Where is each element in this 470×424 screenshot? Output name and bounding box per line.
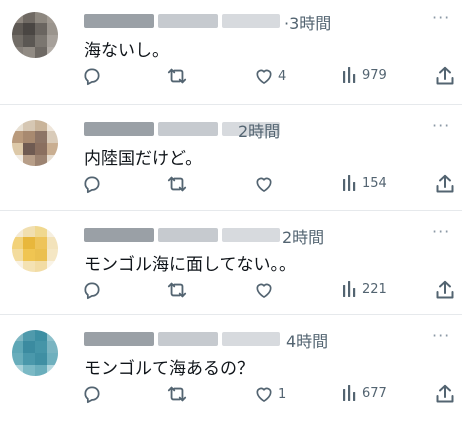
bar-chart-icon (342, 384, 358, 402)
retweet-arrows-icon (166, 66, 188, 86)
share-upload-icon (436, 384, 454, 404)
retweet-button[interactable] (166, 384, 188, 404)
tweet-text: モンゴルて海あるの？ (84, 359, 254, 379)
obscured-username (158, 122, 218, 136)
share-upload-icon (436, 66, 454, 86)
view-count: 677 (362, 385, 387, 401)
reply-button[interactable] (82, 66, 102, 86)
obscured-username (84, 332, 154, 346)
retweet-button[interactable] (166, 174, 188, 194)
share-button[interactable] (436, 384, 454, 404)
like-button[interactable]: 1 (254, 384, 286, 404)
action-bar: 154 (0, 174, 470, 198)
divider (0, 314, 462, 315)
ellipsis-icon[interactable]: ··· (432, 116, 450, 135)
tweet-text: 海ないし。 (84, 41, 169, 61)
tweet[interactable]: 2時間 ··· 内陸国だけど。 154 (0, 108, 470, 212)
view-count: 979 (362, 67, 387, 83)
obscured-username (222, 332, 280, 346)
share-button[interactable] (436, 280, 454, 300)
avatar[interactable] (12, 330, 58, 376)
heart-icon (254, 280, 274, 300)
retweet-button[interactable] (166, 280, 188, 300)
obscured-username (158, 228, 218, 242)
bar-chart-icon (342, 280, 358, 298)
obscured-username (84, 122, 154, 136)
speech-bubble-icon (82, 384, 102, 404)
like-button[interactable] (254, 174, 278, 194)
obscured-username (84, 14, 154, 28)
views-button[interactable]: 221 (342, 280, 387, 298)
divider (0, 210, 462, 211)
speech-bubble-icon (82, 280, 102, 300)
reply-button[interactable] (82, 280, 102, 300)
heart-icon (254, 66, 274, 86)
bar-chart-icon (342, 66, 358, 84)
share-upload-icon (436, 174, 454, 194)
avatar[interactable] (12, 12, 58, 58)
heart-icon (254, 174, 274, 194)
timestamp[interactable]: 2時間 (282, 224, 324, 248)
heart-icon (254, 384, 274, 404)
tweet-text: 内陸国だけど。 (84, 149, 203, 169)
ellipsis-icon[interactable]: ··· (432, 8, 450, 27)
share-upload-icon (436, 280, 454, 300)
views-button[interactable]: 979 (342, 66, 387, 84)
action-bar: 1 677 (0, 384, 470, 408)
obscured-username (158, 332, 218, 346)
obscured-username (222, 14, 280, 28)
tweet[interactable]: ·3時間 ··· 海ないし。 4 979 (0, 0, 470, 104)
reply-button[interactable] (82, 174, 102, 194)
retweet-arrows-icon (166, 280, 188, 300)
like-button[interactable] (254, 280, 278, 300)
share-button[interactable] (436, 66, 454, 86)
retweet-arrows-icon (166, 174, 188, 194)
avatar[interactable] (12, 120, 58, 166)
tweet[interactable]: 4時間 ··· モンゴルて海あるの？ 1 677 (0, 318, 470, 422)
view-count: 221 (362, 281, 387, 297)
share-button[interactable] (436, 174, 454, 194)
like-button[interactable]: 4 (254, 66, 286, 86)
bar-chart-icon (342, 174, 358, 192)
like-count: 1 (278, 386, 287, 402)
speech-bubble-icon (82, 66, 102, 86)
speech-bubble-icon (82, 174, 102, 194)
ellipsis-icon[interactable]: ··· (432, 222, 450, 241)
obscured-username (84, 228, 154, 242)
obscured-username (222, 228, 280, 242)
avatar[interactable] (12, 226, 58, 272)
action-bar: 221 (0, 280, 470, 304)
like-count: 4 (278, 68, 287, 84)
timestamp[interactable]: ·3時間 (284, 10, 331, 34)
divider (0, 104, 462, 105)
retweet-arrows-icon (166, 384, 188, 404)
tweet-text: モンゴル海に面してない。。 (84, 255, 296, 275)
obscured-username (158, 14, 218, 28)
timestamp[interactable]: 2時間 (238, 118, 280, 142)
view-count: 154 (362, 175, 387, 191)
action-bar: 4 979 (0, 66, 470, 90)
retweet-button[interactable] (166, 66, 188, 86)
ellipsis-icon[interactable]: ··· (432, 326, 450, 345)
views-button[interactable]: 677 (342, 384, 387, 402)
views-button[interactable]: 154 (342, 174, 387, 192)
reply-button[interactable] (82, 384, 102, 404)
timestamp[interactable]: 4時間 (286, 328, 328, 352)
tweet[interactable]: 2時間 ··· モンゴル海に面してない。。 221 (0, 214, 470, 318)
